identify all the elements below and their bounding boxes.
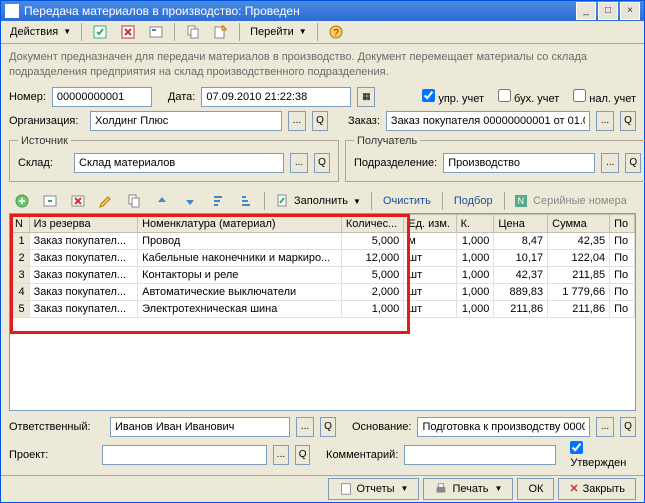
row-up-icon[interactable] <box>149 190 175 212</box>
resp-input[interactable] <box>110 417 290 437</box>
row-add-icon[interactable] <box>9 190 35 212</box>
row-sort2-icon[interactable] <box>233 190 259 212</box>
col-price[interactable]: Цена <box>494 215 548 233</box>
materials-grid[interactable]: N Из резерва Номенклатура (материал) Кол… <box>9 213 636 411</box>
close-button[interactable]: × <box>620 2 640 20</box>
col-qty[interactable]: Количес... <box>341 215 403 233</box>
tb-icon-3[interactable] <box>143 21 169 43</box>
row-insert-icon[interactable] <box>37 190 63 212</box>
project-lookup-button[interactable]: Q <box>295 445 310 465</box>
org-label: Организация: <box>9 115 84 127</box>
nal-checkbox[interactable]: нал. учет <box>573 89 636 105</box>
comment-input[interactable] <box>404 445 556 465</box>
fill-menu[interactable]: Заполнить▼ <box>270 190 366 212</box>
dept-lookup-button[interactable]: Q <box>625 153 641 173</box>
row-edit-icon[interactable] <box>93 190 119 212</box>
dept-input[interactable] <box>443 153 595 173</box>
base-select-button[interactable]: ... <box>596 417 614 437</box>
row-copy-icon[interactable] <box>121 190 147 212</box>
buh-checkbox[interactable]: бух. учет <box>498 89 559 105</box>
date-label: Дата: <box>168 91 195 103</box>
reports-button[interactable]: Отчеты▼ <box>328 478 420 500</box>
bottom-toolbar: Отчеты▼ Печать▼ ОК ✕Закрыть <box>1 475 644 502</box>
col-n[interactable]: N <box>11 215 30 233</box>
warehouse-select-button[interactable]: ... <box>290 153 308 173</box>
dept-label: Подразделение: <box>354 157 437 169</box>
grid-toolbar: Заполнить▼ Очистить Подбор NСерийные ном… <box>1 190 644 213</box>
order-label: Заказ: <box>348 115 380 127</box>
upr-checkbox[interactable]: упр. учет <box>422 89 484 105</box>
tb-icon-1[interactable] <box>87 21 113 43</box>
number-label: Номер: <box>9 91 46 103</box>
warehouse-label: Склад: <box>18 157 68 169</box>
main-toolbar: Действия▼ Перейти▼ ? <box>1 21 644 44</box>
titlebar[interactable]: Передача материалов в производство: Пров… <box>1 1 644 21</box>
ok-button[interactable]: ОК <box>517 478 554 500</box>
date-input[interactable] <box>201 87 351 107</box>
row-sort-icon[interactable] <box>205 190 231 212</box>
org-input[interactable] <box>90 111 282 131</box>
resp-lookup-button[interactable]: Q <box>320 417 336 437</box>
svg-text:?: ? <box>333 28 339 39</box>
goto-menu[interactable]: Перейти▼ <box>245 23 312 41</box>
project-select-button[interactable]: ... <box>273 445 290 465</box>
row-down-icon[interactable] <box>177 190 203 212</box>
tb-icon-5[interactable] <box>208 21 234 43</box>
maximize-button[interactable]: □ <box>598 2 618 20</box>
footer-form: Ответственный: ... Q Основание: ... Q Пр… <box>1 411 644 475</box>
table-row[interactable]: 3Заказ покупател...Контакторы и реле5,00… <box>11 267 635 284</box>
doc-description: Документ предназначен для передачи матер… <box>1 44 644 85</box>
calendar-icon[interactable]: ▦ <box>357 87 375 107</box>
dept-select-button[interactable]: ... <box>601 153 619 173</box>
col-reserve[interactable]: Из резерва <box>29 215 138 233</box>
app-icon <box>5 4 19 18</box>
approved-checkbox[interactable]: Утвержден <box>570 441 636 469</box>
warehouse-input[interactable] <box>74 153 284 173</box>
clear-button[interactable]: Очистить <box>377 192 437 210</box>
serials-button[interactable]: NСерийные номера <box>510 192 632 210</box>
close-window-button[interactable]: ✕Закрыть <box>558 478 636 500</box>
source-legend: Источник <box>18 135 71 147</box>
print-button[interactable]: Печать▼ <box>423 478 513 500</box>
order-lookup-button[interactable]: Q <box>620 111 636 131</box>
tb-icon-4[interactable] <box>180 21 206 43</box>
table-row[interactable]: 1Заказ покупател...Провод5,000м1,0008,47… <box>11 233 635 250</box>
dest-legend: Получатель <box>354 135 420 147</box>
comment-label: Комментарий: <box>326 449 398 461</box>
resp-label: Ответственный: <box>9 421 104 433</box>
col-unit[interactable]: Ед. изм. <box>404 215 456 233</box>
col-k[interactable]: К. <box>456 215 494 233</box>
base-input[interactable] <box>417 417 590 437</box>
number-input[interactable] <box>52 87 152 107</box>
project-label: Проект: <box>9 449 96 461</box>
table-row[interactable]: 5Заказ покупател...Электротехническая ши… <box>11 301 635 318</box>
app-window: Передача материалов в производство: Пров… <box>0 0 645 503</box>
base-lookup-button[interactable]: Q <box>620 417 636 437</box>
actions-menu[interactable]: Действия▼ <box>5 23 76 41</box>
org-lookup-button[interactable]: Q <box>312 111 328 131</box>
pick-button[interactable]: Подбор <box>448 192 499 210</box>
col-nomenclature[interactable]: Номенклатура (материал) <box>138 215 342 233</box>
col-po[interactable]: По <box>610 215 635 233</box>
table-row[interactable]: 4Заказ покупател...Автоматические выключ… <box>11 284 635 301</box>
order-select-button[interactable]: ... <box>596 111 614 131</box>
row-del-icon[interactable] <box>65 190 91 212</box>
minimize-button[interactable]: _ <box>576 2 596 20</box>
tb-icon-2[interactable] <box>115 21 141 43</box>
order-input[interactable] <box>386 111 590 131</box>
window-title: Передача материалов в производство: Пров… <box>24 4 300 18</box>
org-select-button[interactable]: ... <box>288 111 306 131</box>
dest-group: Получатель Подразделение: ... Q <box>345 135 645 182</box>
project-input[interactable] <box>102 445 267 465</box>
resp-select-button[interactable]: ... <box>296 417 314 437</box>
base-label: Основание: <box>352 421 411 433</box>
help-button[interactable]: ? <box>323 21 349 43</box>
col-sum[interactable]: Сумма <box>548 215 610 233</box>
table-row[interactable]: 2Заказ покупател...Кабельные наконечники… <box>11 250 635 267</box>
source-group: Источник Склад: ... Q <box>9 135 339 182</box>
warehouse-lookup-button[interactable]: Q <box>314 153 330 173</box>
